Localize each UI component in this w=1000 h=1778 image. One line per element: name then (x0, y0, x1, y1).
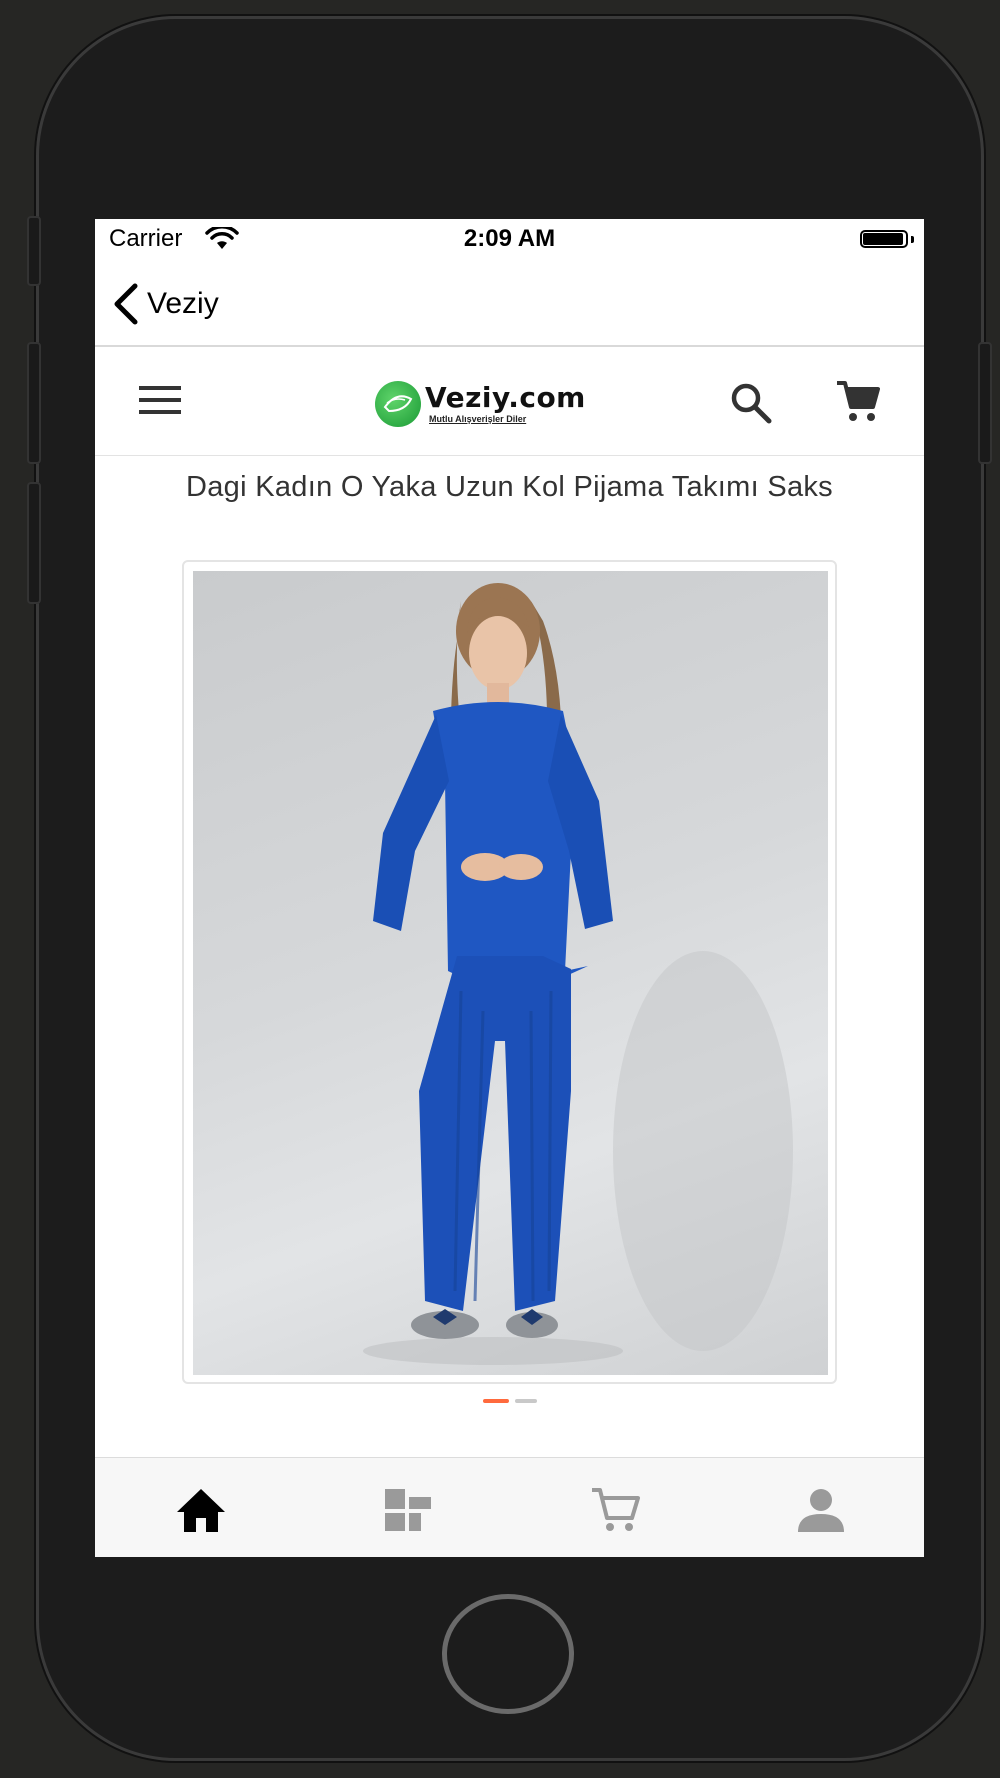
menu-icon[interactable] (139, 383, 181, 417)
back-button[interactable]: Veziy (111, 279, 219, 329)
home-icon (177, 1489, 225, 1532)
cart-icon (592, 1488, 640, 1531)
tab-categories[interactable] (378, 1480, 438, 1540)
app-screen: Carrier 2:09 AM Veziy Veziy.com Mutlu Al… (95, 219, 924, 1557)
tab-cart[interactable] (587, 1480, 647, 1540)
site-logo[interactable]: Veziy.com Mutlu Alışverişler Diler (375, 380, 585, 428)
phone-power-button (978, 342, 992, 464)
product-photo[interactable] (193, 571, 828, 1375)
profile-icon (798, 1489, 844, 1532)
app-header: Veziy.com Mutlu Alışverişler Diler (95, 347, 924, 456)
chevron-left-icon (114, 283, 138, 325)
carousel-dot-active[interactable] (482, 1399, 509, 1403)
product-image-carousel[interactable] (182, 560, 837, 1384)
search-icon[interactable] (729, 381, 773, 425)
navigation-bar: Veziy (95, 259, 924, 347)
logo-emblem-icon (375, 381, 421, 427)
phone-volume-down (27, 482, 41, 604)
model-figure-image (363, 583, 793, 1365)
product-title: Dagi Kadın O Yaka Uzun Kol Pijama Takımı… (186, 471, 833, 503)
tab-profile[interactable] (791, 1480, 851, 1540)
phone-mute-switch (27, 216, 41, 286)
logo-name: Veziy.com (425, 381, 586, 414)
status-time: 2:09 AM (463, 225, 556, 252)
bottom-tab-bar (95, 1457, 924, 1557)
phone-volume-up (27, 342, 41, 464)
phone-home-button[interactable] (442, 1594, 574, 1714)
categories-icon (385, 1489, 431, 1531)
carousel-dot[interactable] (514, 1399, 537, 1403)
battery-icon (860, 230, 914, 250)
cart-icon[interactable] (835, 379, 881, 425)
carousel-page-indicator (95, 1399, 924, 1405)
back-button-label: Veziy (147, 287, 219, 320)
logo-tagline: Mutlu Alışverişler Diler (429, 414, 527, 424)
tab-home[interactable] (171, 1480, 231, 1540)
status-bar: Carrier 2:09 AM (95, 219, 924, 259)
